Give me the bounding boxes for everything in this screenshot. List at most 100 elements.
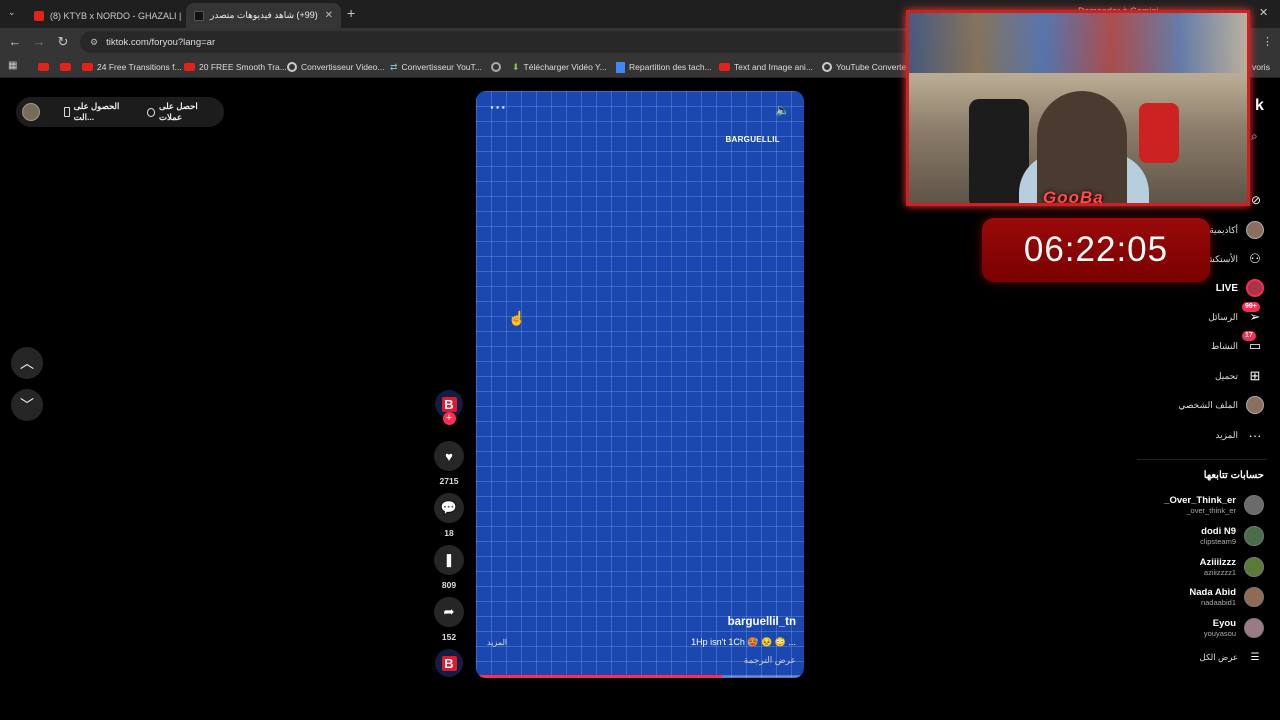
bookmark-label: YouTube Converter xyxy=(836,62,910,72)
comment-count: 18 xyxy=(444,528,454,538)
sidebar-item-academy[interactable]: أكاديمية xyxy=(1209,219,1264,241)
upload-icon: ⊞ xyxy=(1249,368,1261,383)
tab-list-chevron-icon[interactable]: ⌄ xyxy=(8,7,16,18)
new-tab-button[interactable]: + xyxy=(347,5,355,21)
sidebar-item-messages[interactable]: ➢ 99+ الرسائل xyxy=(1208,302,1264,328)
tab-youtube[interactable]: (8) KTYB x NORDO - GHAZALI | ✕ xyxy=(26,3,182,28)
tiktok-logo[interactable]: k xyxy=(1255,97,1264,115)
get-app-label: الحصول على الت... xyxy=(73,101,120,122)
get-app-button[interactable]: الحصول على الت... xyxy=(64,101,137,123)
see-all-link[interactable]: ☰ عرض الكل xyxy=(1200,646,1264,668)
explore-icon[interactable]: ⊘ xyxy=(1251,193,1261,207)
account-name: _Over_Think_er xyxy=(1164,495,1236,506)
messages-badge: 99+ xyxy=(1242,302,1260,312)
avatar xyxy=(1244,587,1264,607)
bookmark-item[interactable]: ⬇ Télécharger Vidéo Y... xyxy=(512,60,607,74)
see-translation-link[interactable]: عرض الترجمة xyxy=(744,655,796,666)
youtube-icon xyxy=(719,63,730,71)
account-handle: youyasou xyxy=(1203,629,1236,638)
get-coins-button[interactable]: احصل على عملات xyxy=(146,101,218,123)
top-actions-bar: الحصول على الت... احصل على عملات xyxy=(16,97,224,127)
bookmark-item[interactable]: Text and Image ani... xyxy=(719,60,813,74)
share-button[interactable]: ➦ 152 xyxy=(434,597,464,642)
more-options-icon[interactable]: ··· xyxy=(490,99,507,115)
sidebar-item-live[interactable]: LIVE xyxy=(1216,277,1264,299)
bookmark-label: Repartition des tach... xyxy=(629,62,712,72)
account-handle: aziiizzzz1 xyxy=(1203,568,1236,577)
comment-button[interactable]: 💬 18 xyxy=(434,493,464,538)
previous-video-button[interactable]: ︿ xyxy=(11,347,43,379)
bookmark-label: 20 FREE Smooth Tra... xyxy=(199,62,287,72)
youtube-favicon-icon xyxy=(34,10,44,21)
webcam-flags-background xyxy=(909,13,1247,73)
bookmark-label: Convertisseur YouT... xyxy=(401,62,482,72)
sidebar-item-more[interactable]: ··· المزيد xyxy=(1215,424,1264,446)
youtube-icon xyxy=(38,63,49,71)
sidebar-item-label: LIVE xyxy=(1215,282,1238,294)
bookmark-item[interactable]: Repartition des tach... xyxy=(616,60,712,74)
address-bar[interactable]: ⚙ tiktok.com/foryou?lang=ar xyxy=(80,31,920,53)
heart-icon: ♥ xyxy=(434,441,464,471)
stream-logo: GooBa xyxy=(1043,188,1104,206)
all-bookmarks[interactable]: voris xyxy=(1252,60,1270,74)
get-coins-label: احصل على عملات xyxy=(159,101,198,122)
bookmark-label: 24 Free Transitions f... xyxy=(97,62,182,72)
bookmark-youtube[interactable] xyxy=(38,60,49,74)
bookmark-youtube[interactable] xyxy=(60,60,71,74)
sidebar-item-label: أكاديمية xyxy=(1209,224,1238,235)
avatar[interactable] xyxy=(22,103,40,121)
caption-more-link[interactable]: المزيد xyxy=(487,638,507,647)
bookmark-label: Télécharger Vidéo Y... xyxy=(523,62,607,72)
sound-button[interactable]: B xyxy=(434,649,464,677)
followed-account[interactable]: Nada Abid nadaabid1 xyxy=(1189,584,1264,610)
account-name: dodi N9 xyxy=(1201,526,1236,537)
share-icon: ➦ xyxy=(434,597,464,627)
video-watermark: BARGUELLIL xyxy=(725,135,780,144)
apps-grid-icon[interactable]: ▦ xyxy=(8,60,17,71)
sidebar-item-profile[interactable]: الملف الشخصي xyxy=(1178,394,1264,416)
followed-account[interactable]: _Over_Think_er _over_think_er xyxy=(1164,492,1264,518)
video-author[interactable]: barguellil_tn xyxy=(728,616,796,628)
bookmark-item[interactable]: 24 Free Transitions f... xyxy=(82,60,182,74)
coin-icon xyxy=(146,107,156,117)
tab-tiktok[interactable]: (99+) شاهد فيديوهات متصدر ✕ xyxy=(186,3,341,28)
share-count: 152 xyxy=(441,632,457,642)
volume-icon[interactable]: 🔈 xyxy=(775,103,790,117)
bookmark-item[interactable]: YouTube Converter xyxy=(822,60,909,74)
bookmark-label: Text and Image ani... xyxy=(734,62,813,72)
browser-menu-icon[interactable]: ⋮ xyxy=(1262,35,1273,48)
music-disc-icon: B xyxy=(435,649,463,677)
sidebar-item-label: تحميل xyxy=(1214,370,1238,381)
followed-account[interactable]: Eyou youyasou xyxy=(1204,615,1264,641)
followed-account[interactable]: Aziiiizzz aziiizzzz1 xyxy=(1200,554,1264,580)
account-handle: clipsteam9 xyxy=(1200,537,1236,546)
google-icon xyxy=(287,62,297,72)
bookmark-globe[interactable] xyxy=(491,60,501,74)
follow-button[interactable]: + xyxy=(442,412,456,425)
reload-icon[interactable]: ↻ xyxy=(55,34,71,50)
forward-icon[interactable]: → xyxy=(31,34,47,50)
bookmark-item[interactable]: ⇄ Convertisseur YouT... xyxy=(390,60,482,74)
back-icon[interactable]: ← xyxy=(7,34,23,50)
sidebar-item-upload[interactable]: ⊞ تحميل xyxy=(1215,365,1264,387)
bookmark-label: voris xyxy=(1252,62,1270,72)
youtube-icon xyxy=(82,63,93,71)
bookmark-item[interactable]: 20 FREE Smooth Tra... xyxy=(184,60,287,74)
close-icon[interactable]: ✕ xyxy=(325,10,333,21)
like-button[interactable]: ♥ 2715 xyxy=(434,441,464,486)
next-video-button[interactable]: ﹀ xyxy=(11,389,43,421)
site-info-icon[interactable]: ⚙ xyxy=(90,37,98,48)
video-player[interactable]: ··· 🔈 BARGUELLIL barguellil_tn 1Hp isn't… xyxy=(476,91,804,678)
save-count: 809 xyxy=(441,580,457,590)
sidebar-item-activity[interactable]: ▭ 17 النشاط xyxy=(1211,331,1264,357)
avatar xyxy=(1244,495,1264,515)
followed-account[interactable]: dodi N9 clipsteam9 xyxy=(1200,523,1264,549)
save-button[interactable]: ❚ 809 xyxy=(434,545,464,590)
window-close-icon[interactable]: ✕ xyxy=(1259,6,1268,19)
search-icon[interactable]: ⌕ xyxy=(1251,129,1258,144)
video-progress-bar[interactable] xyxy=(476,675,804,678)
activity-icon: ▭ 17 xyxy=(1242,331,1264,355)
creator-avatar[interactable]: B + xyxy=(434,390,464,425)
account-handle: nadaabid1 xyxy=(1200,598,1236,607)
bookmark-item[interactable]: Convertisseur Video... xyxy=(287,60,384,74)
